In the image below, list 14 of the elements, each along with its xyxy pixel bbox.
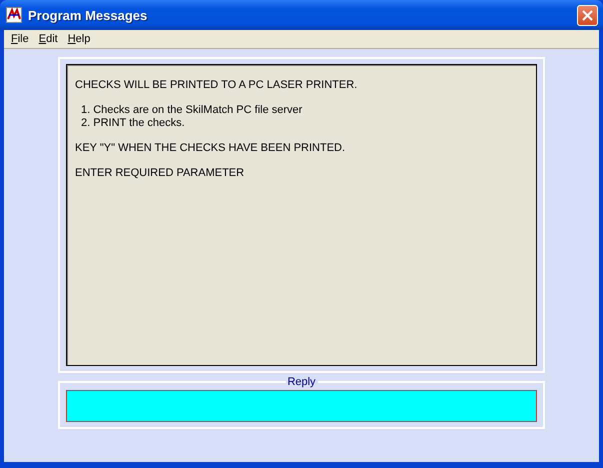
reply-label: Reply bbox=[285, 376, 318, 388]
list-item: 2. PRINT the checks. bbox=[80, 117, 186, 130]
window-title: Program Messages bbox=[28, 8, 148, 22]
close-button[interactable] bbox=[577, 4, 598, 26]
message-text: CHECKS WILL BE PRINTED TO A PC LASER PRINTER. bbox=[75, 79, 358, 92]
reply-field[interactable] bbox=[66, 390, 537, 422]
menu-item[interactable]: File bbox=[6, 33, 34, 45]
menu-item[interactable]: Help bbox=[62, 33, 96, 45]
message-text: KEY "Y" WHEN THE CHECKS HAVE BEEN PRINTED. bbox=[75, 142, 346, 155]
menu-item[interactable]: Edit bbox=[34, 33, 63, 45]
close-icon bbox=[582, 10, 593, 20]
app-icon bbox=[6, 7, 22, 23]
list-item: 1. Checks are on the SkilMatch PC file server bbox=[80, 104, 304, 117]
message-text: ENTER REQUIRED PARAMETER bbox=[75, 167, 246, 180]
